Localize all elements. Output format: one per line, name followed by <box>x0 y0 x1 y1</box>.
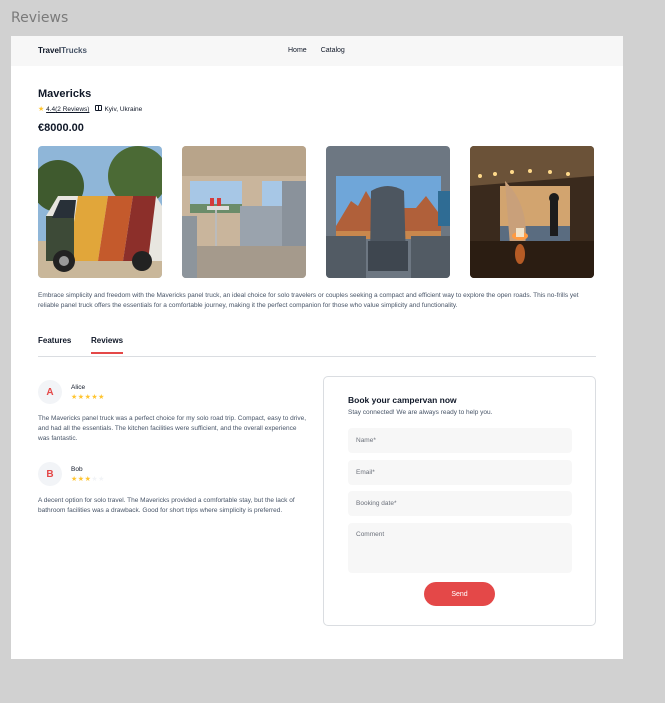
main-nav: Home Catalog <box>288 47 345 54</box>
booking-form: Book your campervan now Stay connected! … <box>323 376 596 626</box>
review-text: The Mavericks panel truck was a perfect … <box>38 415 307 442</box>
tab-reviews[interactable]: Reviews <box>91 336 124 354</box>
avatar: B <box>38 462 62 486</box>
gallery-photo-exterior[interactable] <box>38 146 162 278</box>
reviews-count: (2 Reviews) <box>55 106 90 113</box>
camper-details-page: TravelTrucks Home Catalog Mavericks ★ 4.… <box>11 36 623 659</box>
booking-title: Book your campervan now <box>348 395 457 405</box>
avatar: A <box>38 380 62 404</box>
reviewer-name: Alice <box>71 384 86 391</box>
camper-meta: ★ 4.4(2 Reviews) Kyiv, Ukraine <box>38 105 142 113</box>
camper-name: Mavericks <box>38 88 92 100</box>
nav-home[interactable]: Home <box>288 47 307 54</box>
star-icon: ★ <box>71 394 78 401</box>
rating-reviews-link[interactable]: 4.4(2 Reviews) <box>46 106 89 113</box>
review-stars: ★★★★★ <box>71 393 105 401</box>
nav-catalog[interactable]: Catalog <box>321 47 345 54</box>
header: TravelTrucks Home Catalog <box>11 36 623 66</box>
name-field[interactable] <box>348 428 572 453</box>
photo-gallery <box>38 146 594 278</box>
logo[interactable]: TravelTrucks <box>38 46 87 55</box>
star-icon: ★ <box>71 476 78 483</box>
frame-title: Reviews <box>11 10 69 26</box>
comment-field[interactable] <box>348 523 572 573</box>
tab-features[interactable]: Features <box>38 336 71 353</box>
review-item: A Alice ★★★★★ The Mavericks panel truck … <box>38 380 308 450</box>
review-item: B Bob ★★★★★ A decent option for solo tra… <box>38 462 308 532</box>
price: €8000.00 <box>38 122 84 134</box>
camper-description: Embrace simplicity and freedom with the … <box>38 292 579 309</box>
gallery-photo-evening[interactable] <box>470 146 594 278</box>
gallery-photo-interior[interactable] <box>182 146 306 278</box>
location: Kyiv, Ukraine <box>104 106 143 113</box>
rating-value: 4.4 <box>46 106 56 113</box>
reviewer-name: Bob <box>71 466 83 473</box>
logo-text-trucks: Trucks <box>61 46 87 55</box>
star-icon: ★ <box>98 394 105 401</box>
details-tabs: Features Reviews <box>38 336 596 357</box>
review-stars: ★★★★★ <box>71 475 105 483</box>
map-icon <box>95 105 103 111</box>
email-field[interactable] <box>348 460 572 485</box>
star-icon: ★ <box>98 476 105 483</box>
star-icon: ★ <box>77 476 85 483</box>
logo-text-travel: Travel <box>38 46 62 55</box>
review-text: A decent option for solo travel. The Mav… <box>38 497 295 514</box>
star-icon: ★ <box>38 106 45 113</box>
star-icon: ★ <box>77 394 85 401</box>
booking-date-field[interactable] <box>348 491 572 516</box>
gallery-photo-cabin[interactable] <box>326 146 450 278</box>
send-button[interactable]: Send <box>424 582 495 606</box>
booking-subtitle: Stay connected! We are always ready to h… <box>348 409 493 416</box>
